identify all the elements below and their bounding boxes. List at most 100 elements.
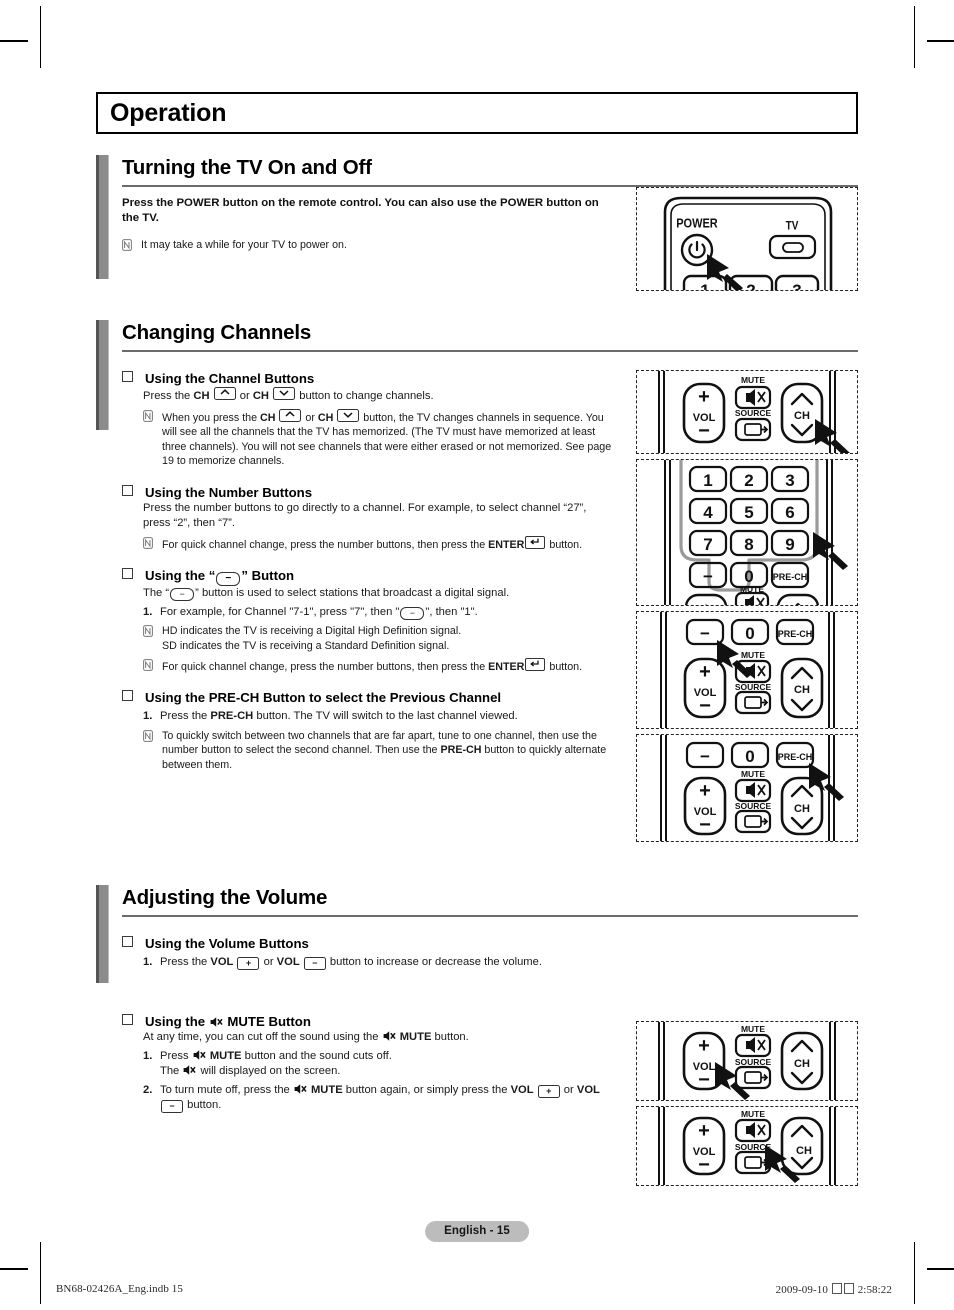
- crop-mark-top-left-vertical: [40, 6, 41, 68]
- svg-text:8: 8: [744, 535, 753, 554]
- svg-text:−: −: [698, 420, 710, 442]
- mute-speaker-icon: [210, 1015, 223, 1028]
- topic-using-the-dash-button: Using the “−” Button The “−” button is u…: [122, 567, 616, 674]
- remote-illustration-stack-channels: + VOL − MUTE SOURCE CH 1 2 3 4 5 6 7 8 9…: [616, 370, 858, 847]
- svg-text:SOURCE: SOURCE: [735, 1057, 772, 1067]
- topic-body: At any time, you can cut off the sound u…: [143, 1031, 469, 1044]
- ch-down-key-glyph: [273, 387, 296, 400]
- remote-label-tv: TV: [786, 220, 799, 233]
- svg-text:SOURCE: SOURCE: [735, 682, 772, 692]
- note-icon: [143, 536, 153, 549]
- svg-text:PRE-CH: PRE-CH: [778, 629, 813, 639]
- topic-using-the-number-buttons: Using the Number Buttons Press the numbe…: [122, 484, 616, 553]
- step-number: 1.: [143, 956, 153, 968]
- svg-text:CH: CH: [794, 1058, 810, 1070]
- step-number: 1.: [143, 605, 153, 618]
- section-title: Turning the TV On and Off: [122, 156, 372, 179]
- square-bullet-icon: [122, 936, 133, 947]
- svg-text:0: 0: [745, 624, 754, 643]
- intro-paragraph: Press the POWER button on the remote con…: [122, 197, 599, 224]
- svg-text:0: 0: [745, 747, 754, 766]
- step-item: 2. To turn mute off, press the MUTE butt…: [122, 1083, 616, 1114]
- step-text: For example, for Channel "7-1", press "7…: [160, 605, 478, 620]
- imprint-left: BN68-02426A_Eng.indb 15: [56, 1283, 183, 1295]
- crop-mark-bottom-right-vertical: [914, 1242, 915, 1304]
- svg-text:−: −: [698, 1154, 710, 1176]
- step-number: 1.: [143, 1049, 153, 1062]
- note-text: HD indicates the TV is receiving a Digit…: [162, 624, 461, 653]
- note-line-2: SD indicates the TV is receiving a Stand…: [162, 639, 450, 652]
- note-text: For quick channel change, press the numb…: [162, 535, 582, 553]
- svg-text:PRE-CH: PRE-CH: [778, 752, 813, 762]
- note-quick-channel-change: For quick channel change, press the numb…: [122, 535, 616, 553]
- manual-page: Operation Turning the TV On and Off Pres…: [96, 92, 858, 1252]
- crop-mark-top-right-vertical: [914, 6, 915, 68]
- svg-text:−: −: [699, 814, 711, 836]
- section-heading: Adjusting the Volume: [96, 885, 858, 910]
- topic-heading: Using the Number Buttons: [122, 484, 616, 501]
- missing-glyph-box: [831, 1283, 842, 1294]
- crop-mark-top-left-horizontal: [0, 40, 28, 42]
- svg-text:+: +: [698, 1120, 710, 1142]
- step-text: To turn mute off, press the MUTE button …: [160, 1083, 600, 1114]
- remote-illustration-number-buttons: 1 2 3 4 5 6 7 8 9 − 0 PRE-CH + MUTE: [636, 459, 858, 606]
- mute-speaker-icon: [746, 1122, 766, 1138]
- svg-text:−: −: [700, 747, 710, 766]
- page-number-badge: English - 15: [425, 1221, 529, 1242]
- chapter-title: Operation: [110, 98, 227, 127]
- dash-key-glyph: −: [170, 588, 195, 602]
- remote-illustration-mute-button: + VOL − MUTE SOURCE CH: [636, 1106, 858, 1186]
- remote-illustration-volume-buttons: + VOL − MUTE SOURCE CH: [636, 1021, 858, 1101]
- square-bullet-icon: [122, 371, 133, 382]
- mute-speaker-icon: [746, 389, 766, 406]
- missing-glyph-box: [843, 1283, 854, 1294]
- vol-down-key-glyph: −: [161, 1100, 183, 1114]
- enter-key-glyph: [525, 535, 546, 549]
- source-icon: [744, 815, 769, 828]
- step-number: 2.: [143, 1083, 153, 1096]
- svg-text:CH: CH: [796, 1145, 812, 1157]
- remote-illustration-stack-volume: + VOL − MUTE SOURCE CH + VOL − MUTE SOUR…: [616, 935, 858, 1191]
- mute-speaker-icon: [183, 1064, 196, 1076]
- topic-heading: Using the PRE-CH Button to select the Pr…: [122, 689, 616, 706]
- remote-illustration-channel-buttons: + VOL − MUTE SOURCE CH: [636, 370, 858, 454]
- svg-text:9: 9: [785, 535, 794, 554]
- topic-using-the-mute-button: Using the MUTE Button At any time, you c…: [122, 1013, 616, 1114]
- source-icon: [744, 696, 769, 709]
- note-text: To quickly switch between two channels t…: [162, 729, 607, 771]
- svg-text:−: −: [700, 624, 710, 643]
- mute-speaker-icon: [193, 1049, 206, 1061]
- svg-text:MUTE: MUTE: [740, 584, 764, 594]
- topic-heading-label: Using the MUTE Button: [145, 1014, 311, 1030]
- note-hd-sd: HD indicates the TV is receiving a Digit…: [122, 624, 616, 653]
- svg-text:CH: CH: [794, 684, 810, 696]
- svg-text:MUTE: MUTE: [741, 769, 765, 779]
- note-text: It may take a while for your TV to power…: [141, 239, 347, 251]
- section-title: Changing Channels: [122, 321, 312, 344]
- square-bullet-icon: [122, 568, 133, 580]
- svg-text:+: +: [698, 1035, 710, 1057]
- svg-text:7: 7: [703, 535, 712, 554]
- topic-heading-label: Using the PRE-CH Button to select the Pr…: [145, 690, 502, 706]
- step-text: Press the VOL + or VOL − button to incre…: [160, 956, 542, 970]
- vol-down-key-glyph: −: [303, 957, 326, 970]
- step-text: Press the PRE-CH button. The TV will swi…: [160, 710, 518, 723]
- topic-body: Press the number buttons to go directly …: [143, 501, 587, 530]
- topic-body: Press the CH or CH button to change chan…: [122, 387, 616, 405]
- remote-illustration-dash-button: − 0 PRE-CH + VOL − MUTE SOURCE CH: [636, 611, 858, 729]
- topic-heading-label: Using the Number Buttons: [145, 484, 313, 500]
- section-heading: Turning the TV On and Off: [96, 155, 858, 180]
- step-item: 1. Press MUTE button and the sound cuts …: [122, 1049, 616, 1080]
- remote-illustration-power: POWER TV 1 2 3: [636, 187, 858, 291]
- step-number: 1.: [143, 710, 153, 723]
- section-divider: [122, 350, 858, 352]
- remote-label-power: POWER: [676, 216, 718, 231]
- topic-heading: Using the Volume Buttons: [122, 935, 616, 952]
- mute-speaker-icon: [294, 1083, 307, 1095]
- note-text: When you press the CH or CH button, the …: [162, 408, 616, 469]
- section-divider: [122, 915, 858, 917]
- remote-label-pre-ch: PRE-CH: [773, 572, 808, 582]
- topic-using-the-pre-ch-button: Using the PRE-CH Button to select the Pr…: [122, 689, 616, 772]
- note-icon: [143, 729, 153, 742]
- enter-key-glyph: [525, 657, 546, 671]
